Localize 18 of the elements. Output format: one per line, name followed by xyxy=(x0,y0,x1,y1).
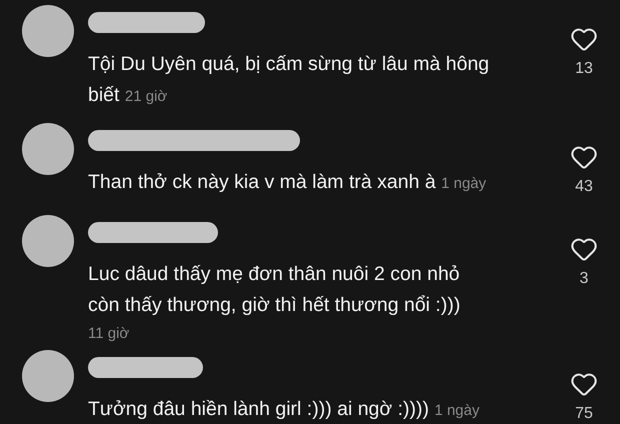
like-count: 43 xyxy=(575,177,593,197)
comment-text: Luc dâud thấy mẹ đơn thân nuôi 2 con nhỏ xyxy=(88,263,460,285)
comment-time: 21 giờ xyxy=(124,88,168,105)
comment-time: 1 ngày xyxy=(441,175,486,192)
comment-time: 1 ngày xyxy=(434,402,480,419)
like-count: 3 xyxy=(580,269,588,289)
avatar[interactable] xyxy=(22,123,74,175)
avatar[interactable] xyxy=(22,215,74,267)
comment-text: Tội Du Uyên quá, bị cấm sừng từ lâu mà hông xyxy=(88,53,490,75)
comment-text: biết xyxy=(88,84,120,106)
like-count: 75 xyxy=(575,404,593,424)
comment-text: Tưởng đâu hiền lành girl :))) ai ngờ :)))) xyxy=(88,398,430,420)
like-count: 13 xyxy=(575,59,593,79)
comment-text: còn thấy thương, giờ thì hết thương nổi :))) xyxy=(88,294,460,316)
comment-time: 11 giờ xyxy=(88,325,130,342)
avatar[interactable] xyxy=(22,5,74,57)
avatar[interactable] xyxy=(22,350,74,402)
comment-text: Than thở ck này kia v mà làm trà xanh à xyxy=(88,171,436,193)
